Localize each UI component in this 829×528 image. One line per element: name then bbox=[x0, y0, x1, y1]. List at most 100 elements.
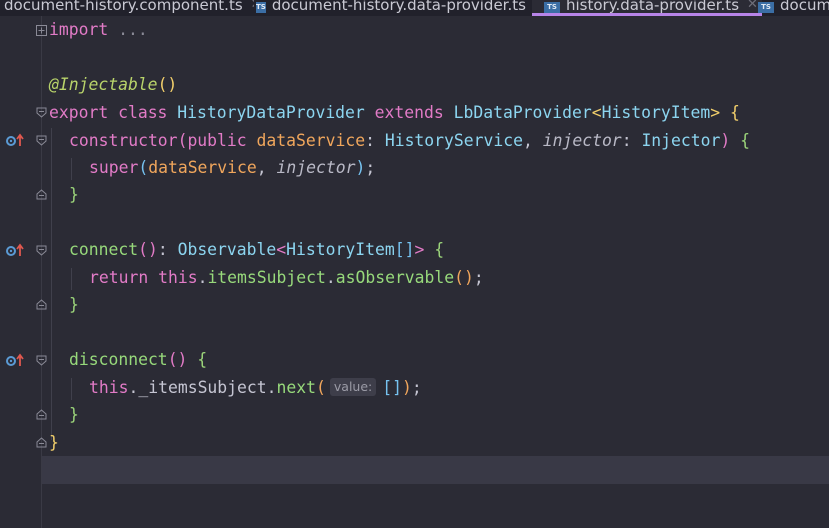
keyword-super: super bbox=[89, 158, 139, 177]
method-brace-close: } bbox=[69, 295, 79, 314]
code-line-next-call[interactable]: this._itemsSubject.next(value: []); bbox=[89, 374, 422, 402]
property-_itemsSubject: _itemsSubject bbox=[138, 378, 267, 397]
generic-open: < bbox=[591, 103, 602, 122]
dot: . bbox=[197, 268, 208, 287]
paren-close: ) bbox=[402, 378, 412, 397]
method-next: next bbox=[276, 378, 317, 397]
comma: , bbox=[522, 131, 543, 150]
semicolon: ; bbox=[411, 378, 422, 397]
tab-docum[interactable]: TS docum bbox=[752, 0, 829, 16]
method-brace-open: { bbox=[187, 350, 208, 369]
tab-label: document-history.data-provider.ts bbox=[271, 0, 526, 14]
code-line-decorator[interactable]: @Injectable() bbox=[49, 71, 177, 99]
paren-open: ( bbox=[177, 131, 188, 150]
keyword-return: return bbox=[89, 268, 149, 287]
override-method-icon[interactable] bbox=[6, 133, 26, 147]
paren-close: ) bbox=[720, 131, 731, 150]
ts-file-icon: TS bbox=[256, 2, 266, 13]
keyword-public: public bbox=[187, 131, 247, 150]
current-line-highlight bbox=[42, 456, 829, 484]
paren-close: ) bbox=[355, 158, 366, 177]
keyword-this: this bbox=[89, 378, 129, 397]
arg-dataService: dataService bbox=[148, 158, 257, 177]
tab-document-history-data-provider[interactable]: TS document-history.data-provider.ts ✕ bbox=[252, 0, 534, 16]
editor-tab-bar: document-history.component.ts ✕ TS docum… bbox=[0, 0, 829, 16]
keyword-import: import bbox=[49, 20, 109, 39]
tab-document-history-component[interactable]: document-history.component.ts ✕ bbox=[0, 0, 254, 16]
colon: : bbox=[157, 240, 178, 259]
folded-imports[interactable]: ... bbox=[108, 20, 148, 39]
editor-gutter[interactable] bbox=[0, 16, 41, 528]
type-Observable: Observable bbox=[177, 240, 277, 259]
param-injector: injector bbox=[542, 131, 622, 150]
type-HistoryService: HistoryService bbox=[384, 131, 523, 150]
keyword-extends: extends bbox=[364, 103, 454, 122]
array-brackets: [] bbox=[394, 240, 415, 259]
code-line-connect-close[interactable]: } bbox=[69, 291, 79, 319]
constructor-keyword: constructor bbox=[69, 131, 178, 150]
code-line-super-call[interactable]: super(dataService, injector); bbox=[89, 154, 375, 182]
override-method-icon[interactable] bbox=[6, 353, 26, 367]
colon: : bbox=[621, 131, 642, 150]
keyword-class: class bbox=[108, 103, 178, 122]
ts-file-icon: TS bbox=[544, 2, 560, 13]
class-brace-close: } bbox=[49, 433, 59, 452]
fold-icon[interactable] bbox=[36, 355, 47, 366]
comma: , bbox=[256, 158, 277, 177]
fold-end-icon[interactable] bbox=[36, 437, 47, 448]
paren-open: ( bbox=[316, 378, 326, 397]
property-itemsSubject: itemsSubject bbox=[207, 268, 326, 287]
code-line-import[interactable]: import ... bbox=[49, 16, 148, 44]
method-brace-close: } bbox=[69, 405, 79, 424]
method-disconnect: disconnect bbox=[69, 350, 168, 369]
decorator-injectable: @Injectable bbox=[49, 75, 158, 94]
arg-injector: injector bbox=[276, 158, 356, 177]
array-literal: [] bbox=[382, 378, 402, 397]
keyword-export: export bbox=[49, 103, 109, 122]
ctor-brace-open: { bbox=[730, 131, 751, 150]
semicolon: ; bbox=[473, 268, 484, 287]
fold-icon[interactable] bbox=[36, 107, 47, 118]
code-line-connect[interactable]: connect(): Observable<HistoryItem[]> { bbox=[69, 236, 444, 264]
tab-history-data-provider[interactable]: TS history.data-provider.ts ✕ bbox=[532, 0, 762, 16]
override-method-icon[interactable] bbox=[6, 243, 26, 257]
fold-end-icon[interactable] bbox=[36, 299, 47, 310]
dot: . bbox=[325, 268, 336, 287]
parameter-hint: value: bbox=[329, 378, 377, 396]
param-dataService: dataService bbox=[246, 131, 366, 150]
code-line-class-declaration[interactable]: export class HistoryDataProvider extends… bbox=[49, 99, 740, 127]
generic-close: > bbox=[710, 103, 721, 122]
indent-guide bbox=[51, 128, 52, 440]
parens: () bbox=[454, 268, 474, 287]
type-Injector: Injector bbox=[641, 131, 721, 150]
gutter-divider bbox=[41, 16, 42, 528]
tab-label: document-history.component.ts bbox=[4, 0, 243, 14]
method-asObservable: asObservable bbox=[335, 268, 455, 287]
fold-expand-icon[interactable] bbox=[36, 25, 47, 36]
fold-icon[interactable] bbox=[36, 135, 47, 146]
indent-guide bbox=[71, 378, 72, 400]
fold-end-icon[interactable] bbox=[36, 189, 47, 200]
fold-icon[interactable] bbox=[36, 245, 47, 256]
code-line-constructor[interactable]: constructor(public dataService: HistoryS… bbox=[69, 127, 750, 155]
code-line-ctor-close[interactable]: } bbox=[69, 181, 79, 209]
tab-label: docum bbox=[780, 0, 829, 14]
generic-close: > bbox=[414, 240, 425, 259]
generic-type: HistoryItem bbox=[601, 103, 711, 122]
generic-open: < bbox=[276, 240, 287, 259]
code-line-class-close[interactable]: } bbox=[49, 429, 59, 457]
fold-end-icon[interactable] bbox=[36, 409, 47, 420]
code-line-return[interactable]: return this.itemsSubject.asObservable(); bbox=[89, 264, 484, 292]
code-line-disconnect-close[interactable]: } bbox=[69, 401, 79, 429]
tab-label: history.data-provider.ts bbox=[566, 0, 740, 14]
class-brace-open: { bbox=[720, 103, 740, 122]
parens: () bbox=[167, 350, 188, 369]
colon: : bbox=[365, 131, 385, 150]
ts-file-icon: TS bbox=[758, 2, 774, 13]
semicolon: ; bbox=[365, 158, 376, 177]
type-HistoryItem: HistoryItem bbox=[286, 240, 395, 259]
code-line-disconnect[interactable]: disconnect() { bbox=[69, 346, 207, 374]
dot: . bbox=[266, 378, 277, 397]
base-class-name: LbDataProvider bbox=[453, 103, 592, 122]
keyword-this: this bbox=[148, 268, 198, 287]
